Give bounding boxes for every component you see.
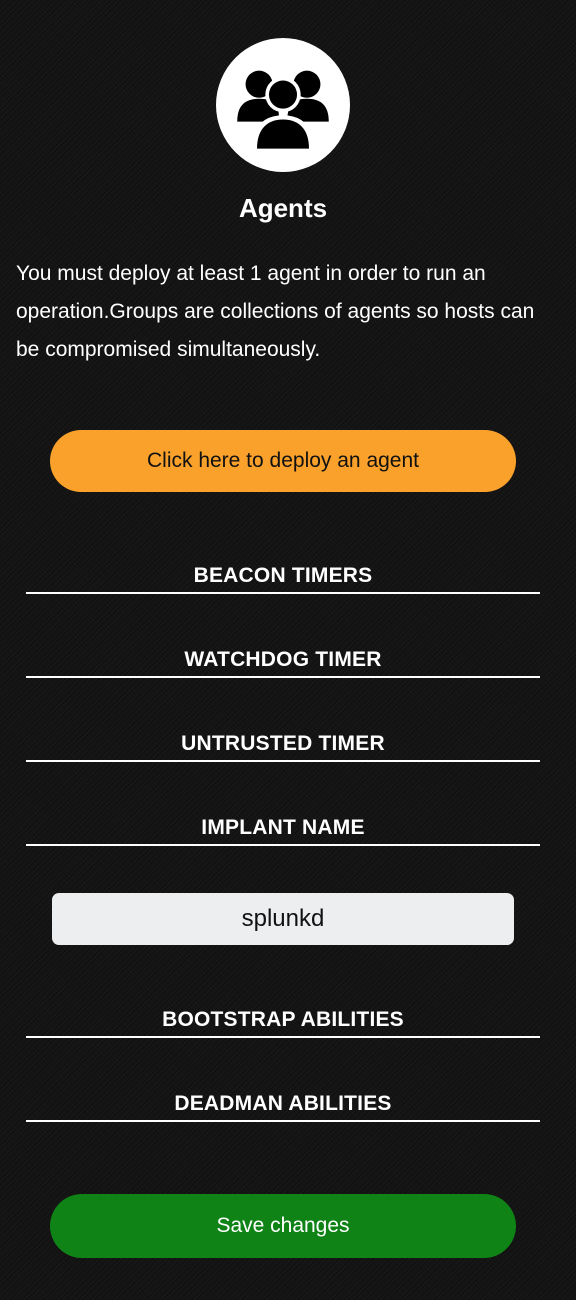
untrusted-timer-section[interactable]: UNTRUSTED TIMER xyxy=(26,732,540,762)
section-label: IMPLANT NAME xyxy=(201,816,365,839)
save-changes-button[interactable]: Save changes xyxy=(50,1194,516,1258)
section-label: DEADMAN ABILITIES xyxy=(174,1092,392,1115)
implant-name-input[interactable] xyxy=(52,893,514,945)
panel-title: Agents xyxy=(238,193,328,223)
section-label: WATCHDOG TIMER xyxy=(184,648,382,671)
implant-name-section: IMPLANT NAME xyxy=(26,816,540,846)
deploy-agent-button[interactable]: Click here to deploy an agent xyxy=(50,430,516,492)
watchdog-timer-section[interactable]: WATCHDOG TIMER xyxy=(26,648,540,678)
agents-avatar xyxy=(216,38,350,172)
deadman-abilities-section[interactable]: DEADMAN ABILITIES xyxy=(26,1092,540,1122)
agents-settings-panel: Agents You must deploy at least 1 agent … xyxy=(0,0,576,1300)
section-label: BOOTSTRAP ABILITIES xyxy=(162,1008,404,1031)
users-group-icon xyxy=(237,70,329,151)
beacon-timers-section[interactable]: BEACON TIMERS xyxy=(26,564,540,594)
agents-description: You must deploy at least 1 agent in orde… xyxy=(16,262,535,361)
section-label: BEACON TIMERS xyxy=(193,564,373,587)
bootstrap-abilities-section[interactable]: BOOTSTRAP ABILITIES xyxy=(26,1008,540,1038)
section-label: UNTRUSTED TIMER xyxy=(181,732,385,755)
